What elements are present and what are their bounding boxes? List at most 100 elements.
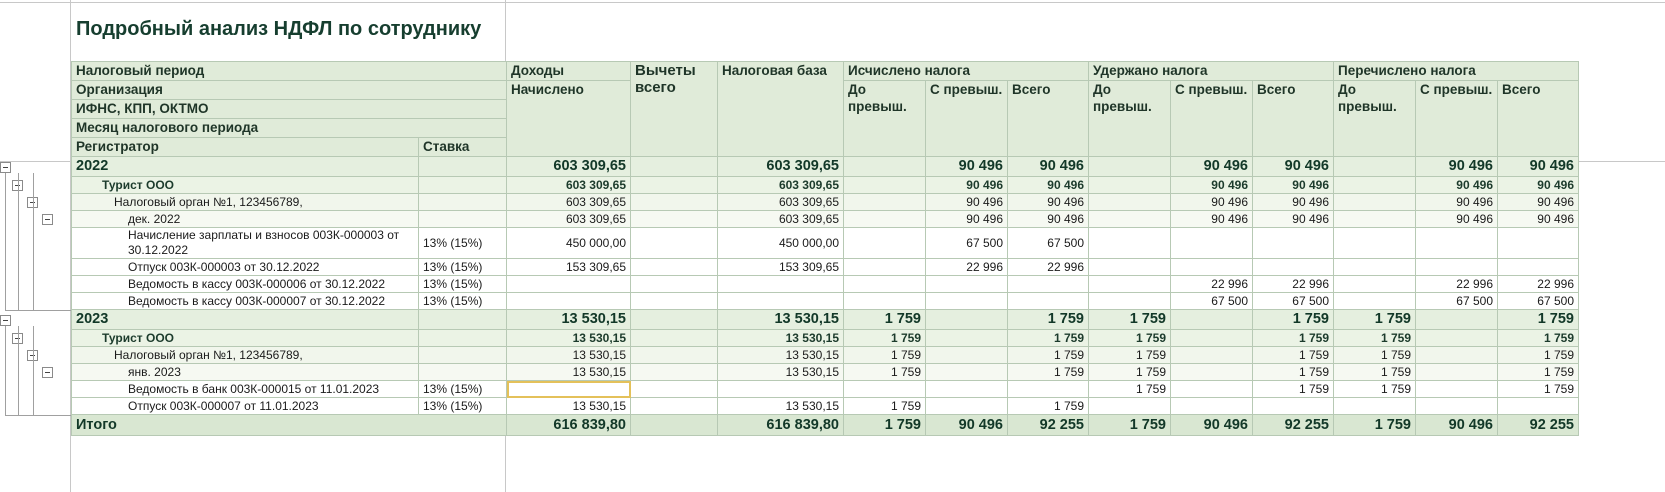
cell-c3[interactable]: 90 496 [1007, 193, 1089, 211]
cell-income[interactable]: 603 309,65 [506, 210, 631, 228]
row-label[interactable]: Отпуск 003К-000007 от 11.01.2023 [71, 397, 419, 415]
cell-ded[interactable] [630, 176, 718, 194]
cell-w1[interactable] [1088, 275, 1171, 293]
cell-t3[interactable]: 1 759 [1497, 346, 1579, 364]
cell-t1[interactable]: 1 759 [1333, 329, 1416, 347]
cell-c1[interactable] [843, 258, 926, 276]
cell-base[interactable]: 450 000,00 [717, 227, 844, 259]
cell-w1[interactable] [1088, 258, 1171, 276]
cell-w2[interactable] [1170, 258, 1253, 276]
group-row[interactable]: янв. 2023 13 530,15 13 530,15 1 759 1 759 1 7… [71, 363, 1579, 381]
cell-t2[interactable] [1415, 258, 1498, 276]
cell-w3[interactable]: 1 759 [1252, 329, 1334, 347]
row-rate[interactable]: 13% (15%) [418, 397, 507, 415]
cell-t2[interactable] [1415, 309, 1498, 330]
cell-c1[interactable]: 1 759 [843, 309, 926, 330]
group-row[interactable]: Налоговый орган №1, 123456789, 603 309,65… [71, 193, 1579, 211]
row-label[interactable]: Налоговый орган №1, 123456789, [71, 346, 419, 364]
cell-w2[interactable] [1170, 346, 1253, 364]
cell-income[interactable]: 13 530,15 [506, 363, 631, 381]
cell-c2[interactable] [925, 363, 1008, 381]
cell-ded[interactable] [630, 156, 718, 177]
collapse-toggle-icon[interactable] [42, 214, 53, 225]
table-row[interactable]: Начисление зарплаты и взносов 003К-00000… [71, 227, 1579, 259]
cell-t3[interactable]: 90 496 [1497, 176, 1579, 194]
cell-t2[interactable] [1415, 227, 1498, 259]
collapse-toggle-icon[interactable] [42, 367, 53, 378]
row-label[interactable]: Отпуск 003К-000003 от 30.12.2022 [71, 258, 419, 276]
cell-w3[interactable]: 90 496 [1252, 193, 1334, 211]
cell-base[interactable]: 13 530,15 [717, 346, 844, 364]
cell-w2[interactable]: 90 496 [1170, 176, 1253, 194]
cell-base[interactable]: 603 309,65 [717, 176, 844, 194]
row-rate[interactable]: 13% (15%) [418, 292, 507, 310]
cell-c1[interactable] [843, 176, 926, 194]
cell-base[interactable] [717, 275, 844, 293]
cell-ded[interactable] [630, 193, 718, 211]
cell-w3[interactable]: 1 759 [1252, 309, 1334, 330]
cell-w1[interactable]: 1 759 [1088, 346, 1171, 364]
cell-t2[interactable]: 90 496 [1415, 176, 1498, 194]
cell-c2[interactable]: 90 496 [925, 210, 1008, 228]
total-row[interactable]: Итого 616 839,80 616 839,80 1 759 90 496 92 2… [71, 414, 1579, 436]
row-label[interactable]: 2022 [71, 156, 419, 177]
cell-t2[interactable]: 22 996 [1415, 275, 1498, 293]
cell-t2[interactable] [1415, 363, 1498, 381]
row-rate[interactable] [418, 363, 507, 381]
cell-base[interactable]: 603 309,65 [717, 156, 844, 177]
table-row[interactable]: Отпуск 003К-000007 от 11.01.2023 13% (15%… [71, 397, 1579, 415]
cell-c2[interactable] [925, 292, 1008, 310]
collapse-toggle-icon[interactable] [0, 315, 11, 326]
cell-c2[interactable]: 67 500 [925, 227, 1008, 259]
row-label[interactable]: Турист ООО [71, 176, 419, 194]
cell-t3[interactable]: 67 500 [1497, 292, 1579, 310]
cell-w1[interactable] [1088, 292, 1171, 310]
table-row[interactable]: Ведомость в кассу 003К-000006 от 30.12.2… [71, 275, 1579, 293]
cell-c3[interactable]: 1 759 [1007, 363, 1089, 381]
cell-income[interactable]: 603 309,65 [506, 156, 631, 177]
cell-ded[interactable] [630, 210, 718, 228]
table-row[interactable]: Ведомость в банк 003К-000015 от 11.01.20… [71, 380, 1579, 398]
group-row[interactable]: Налоговый орган №1, 123456789, 13 530,15 1… [71, 346, 1579, 364]
cell-base[interactable]: 603 309,65 [717, 193, 844, 211]
cell-t3[interactable]: 1 759 [1497, 363, 1579, 381]
cell-c1[interactable]: 1 759 [843, 363, 926, 381]
cell-income[interactable] [506, 275, 631, 293]
cell-base[interactable]: 13 530,15 [717, 309, 844, 330]
cell-c1[interactable]: 1 759 [843, 346, 926, 364]
cell-w2[interactable]: 90 496 [1170, 193, 1253, 211]
cell-t1[interactable]: 1 759 [1333, 363, 1416, 381]
cell-t2[interactable] [1415, 397, 1498, 415]
row-label[interactable]: дек. 2022 [71, 210, 419, 228]
row-rate[interactable]: 13% (15%) [418, 275, 507, 293]
total-t3[interactable]: 92 255 [1497, 414, 1579, 436]
cell-ded[interactable] [630, 363, 718, 381]
cell-w2[interactable] [1170, 227, 1253, 259]
cell-t1[interactable] [1333, 227, 1416, 259]
cell-ded[interactable] [630, 227, 718, 259]
group-row[interactable]: дек. 2022 603 309,65 603 309,65 90 496 90 49… [71, 210, 1579, 228]
cell-w1[interactable]: 1 759 [1088, 329, 1171, 347]
cell-income[interactable]: 13 530,15 [506, 309, 631, 330]
cell-c2[interactable] [925, 329, 1008, 347]
cell-c1[interactable] [843, 193, 926, 211]
cell-t2[interactable]: 67 500 [1415, 292, 1498, 310]
cell-t1[interactable] [1333, 210, 1416, 228]
cell-c2[interactable] [925, 397, 1008, 415]
cell-ded[interactable] [630, 329, 718, 347]
cell-t2[interactable]: 90 496 [1415, 156, 1498, 177]
row-label[interactable]: Начисление зарплаты и взносов 003К-00000… [71, 227, 419, 259]
row-label[interactable]: 2023 [71, 309, 419, 330]
cell-base[interactable]: 13 530,15 [717, 363, 844, 381]
cell-income[interactable]: 13 530,15 [506, 397, 631, 415]
cell-w3[interactable]: 1 759 [1252, 363, 1334, 381]
row-label[interactable]: Ведомость в кассу 003К-000006 от 30.12.2… [71, 275, 419, 293]
cell-t1[interactable] [1333, 176, 1416, 194]
cell-c1[interactable]: 1 759 [843, 329, 926, 347]
cell-w2[interactable] [1170, 363, 1253, 381]
cell-t1[interactable]: 1 759 [1333, 380, 1416, 398]
cell-income[interactable] [506, 292, 631, 310]
cell-ded[interactable] [630, 380, 718, 398]
cell-c2[interactable]: 22 996 [925, 258, 1008, 276]
cell-t1[interactable] [1333, 275, 1416, 293]
